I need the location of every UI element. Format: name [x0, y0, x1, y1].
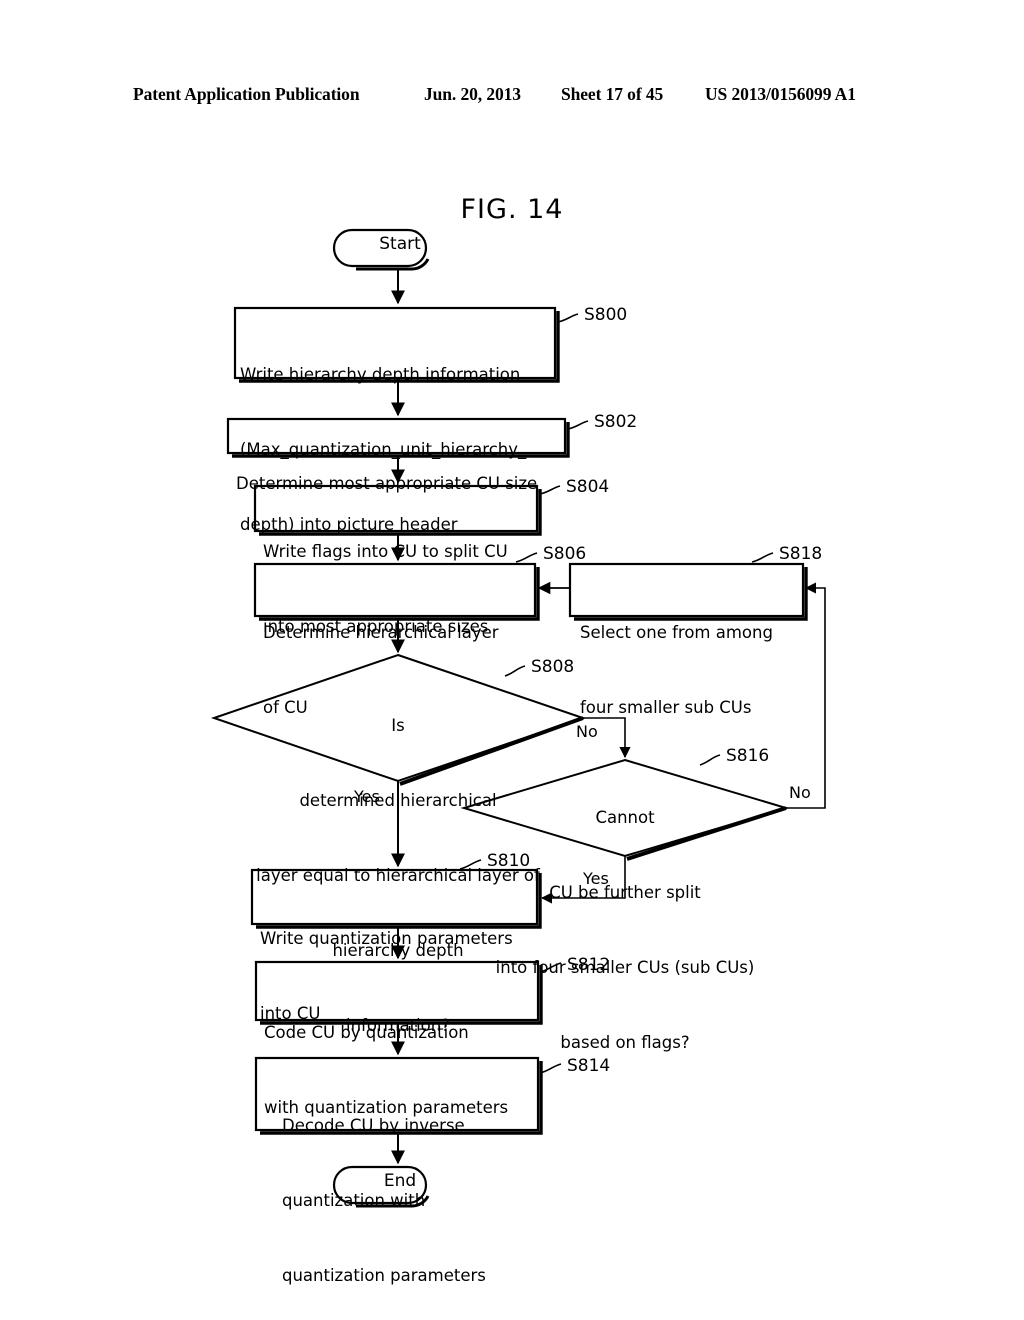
branch-label-s808-no: No [576, 722, 598, 741]
branch-label-s816-yes: Yes [583, 869, 609, 888]
node-S816-text: Cannot CU be further split into four sma… [466, 755, 784, 1080]
node-S816-line-1: Cannot [595, 808, 655, 827]
node-S814-text: Decode CU by inverse quantization with q… [282, 1063, 486, 1313]
node-S800-tag: S800 [584, 305, 628, 325]
node-S814-line-2: quantization with [282, 1191, 426, 1210]
node-S800-line-1: Write hierarchy depth information [240, 365, 521, 384]
node-S808-tag: S808 [531, 657, 575, 677]
node-S812-tag: S812 [567, 955, 611, 975]
node-S814-line-3: quantization parameters [282, 1266, 486, 1285]
node-S816-line-4: based on flags? [560, 1033, 690, 1052]
branch-label-s816-no: No [789, 783, 811, 802]
node-S808-line-1: Is [391, 716, 405, 735]
node-S804-line-1: Write flags into CU to split CU [263, 542, 508, 561]
flowchart-diagram: Start End Write hierarchy depth informat… [0, 0, 1024, 1320]
node-S816-line-3: into four smaller CUs (sub CUs) [495, 958, 755, 977]
node-S814-tag: S814 [567, 1056, 611, 1076]
node-S818-line-2: four smaller sub CUs [580, 698, 752, 717]
node-S802-tag: S802 [594, 412, 638, 432]
node-S814-line-1: Decode CU by inverse [282, 1116, 465, 1135]
node-S810-tag: S810 [487, 851, 531, 871]
branch-label-s808-yes: Yes [354, 787, 380, 806]
node-S810-line-1: Write quantization parameters [260, 929, 513, 948]
start-label: Start [379, 234, 421, 254]
flowchart-canvas [210, 228, 826, 1208]
node-S806-line-1: Determine hierarchical layer [263, 623, 499, 642]
node-S818-line-1: Select one from among [580, 623, 773, 642]
node-S806-tag: S806 [543, 544, 587, 564]
node-S804-tag: S804 [566, 477, 610, 497]
node-S816-line-2: CU be further split [549, 883, 701, 902]
node-S818-text: Select one from among four smaller sub C… [580, 570, 773, 745]
node-S818-tag: S818 [779, 544, 823, 564]
node-S816-tag: S816 [726, 746, 770, 766]
node-S812-line-1: Code CU by quantization [264, 1023, 469, 1042]
